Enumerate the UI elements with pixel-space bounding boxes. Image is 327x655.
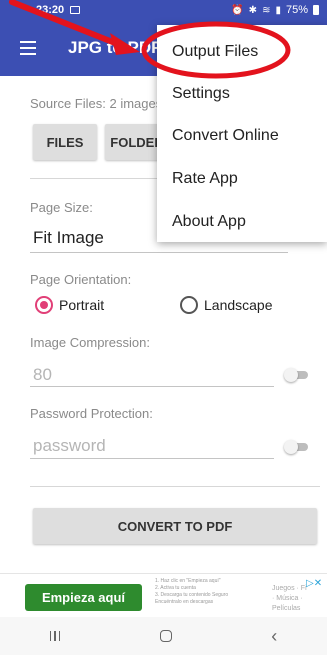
wifi-icon: ≋ bbox=[262, 4, 271, 16]
landscape-label: Landscape bbox=[204, 297, 273, 313]
battery-icon bbox=[313, 5, 319, 15]
battery-level: 75% bbox=[285, 4, 308, 16]
compression-input[interactable]: 80 bbox=[33, 365, 52, 385]
system-nav-bar: ‹ bbox=[0, 617, 327, 655]
page-size-label: Page Size: bbox=[30, 200, 93, 215]
convert-to-pdf-button[interactable]: CONVERT TO PDF bbox=[33, 508, 317, 544]
back-icon[interactable]: ‹ bbox=[271, 626, 277, 647]
bluetooth-icon: ✱ bbox=[248, 4, 258, 16]
gallery-icon bbox=[70, 6, 81, 14]
status-time: 23:20 bbox=[36, 4, 65, 16]
landscape-radio[interactable]: Landscape bbox=[180, 296, 273, 314]
alarm-icon: ⏰ bbox=[231, 4, 244, 16]
password-underline bbox=[30, 458, 274, 459]
home-icon[interactable] bbox=[159, 630, 172, 642]
page-size-underline bbox=[30, 252, 288, 253]
menu-item-settings[interactable]: Settings bbox=[172, 85, 230, 103]
signal-icon: ▮ bbox=[275, 4, 281, 16]
recents-icon[interactable] bbox=[49, 631, 61, 641]
compression-underline bbox=[30, 386, 274, 387]
app-title: JPG to PDF bbox=[68, 38, 162, 57]
source-files-label: Source Files: 2 images bbox=[30, 96, 163, 111]
status-icons: ⏰ ✱ ≋ ▮ 75% bbox=[231, 4, 319, 16]
ad-steps: 1. Haz clic en "Empieza aquí" 2. Activa … bbox=[155, 578, 229, 605]
password-switch[interactable] bbox=[284, 440, 310, 454]
portrait-radio[interactable]: Portrait bbox=[35, 296, 104, 314]
page-size-select[interactable]: Fit Image bbox=[33, 228, 104, 248]
status-bar: 23:20 ⏰ ✱ ≋ ▮ 75% bbox=[0, 0, 327, 20]
radio-unselected-icon bbox=[180, 296, 198, 314]
password-label: Password Protection: bbox=[30, 406, 153, 421]
overflow-menu: Output Files Settings Convert Online Rat… bbox=[157, 25, 327, 242]
ad-side-text: Juegos · Fi · Música · Películas bbox=[272, 585, 307, 612]
portrait-label: Portrait bbox=[59, 297, 105, 313]
ad-banner[interactable]: Empieza aquí 1. Haz clic en "Empieza aqu… bbox=[0, 573, 327, 617]
menu-item-about-app[interactable]: About App bbox=[172, 213, 246, 231]
orientation-label: Page Orientation: bbox=[30, 272, 132, 287]
compression-label: Image Compression: bbox=[30, 335, 150, 350]
ad-choices-icon[interactable]: ▷✕ bbox=[306, 578, 322, 589]
menu-item-rate-app[interactable]: Rate App bbox=[172, 170, 238, 188]
compression-switch[interactable] bbox=[284, 368, 310, 382]
menu-hamburger-icon[interactable] bbox=[0, 20, 56, 76]
ad-cta-button[interactable]: Empieza aquí bbox=[25, 584, 142, 611]
divider bbox=[30, 486, 320, 487]
radio-selected-icon bbox=[35, 296, 53, 314]
password-input[interactable]: password bbox=[33, 436, 106, 456]
menu-item-convert-online[interactable]: Convert Online bbox=[172, 127, 279, 145]
files-button[interactable]: FILES bbox=[33, 124, 97, 160]
menu-item-output-files[interactable]: Output Files bbox=[172, 43, 258, 61]
